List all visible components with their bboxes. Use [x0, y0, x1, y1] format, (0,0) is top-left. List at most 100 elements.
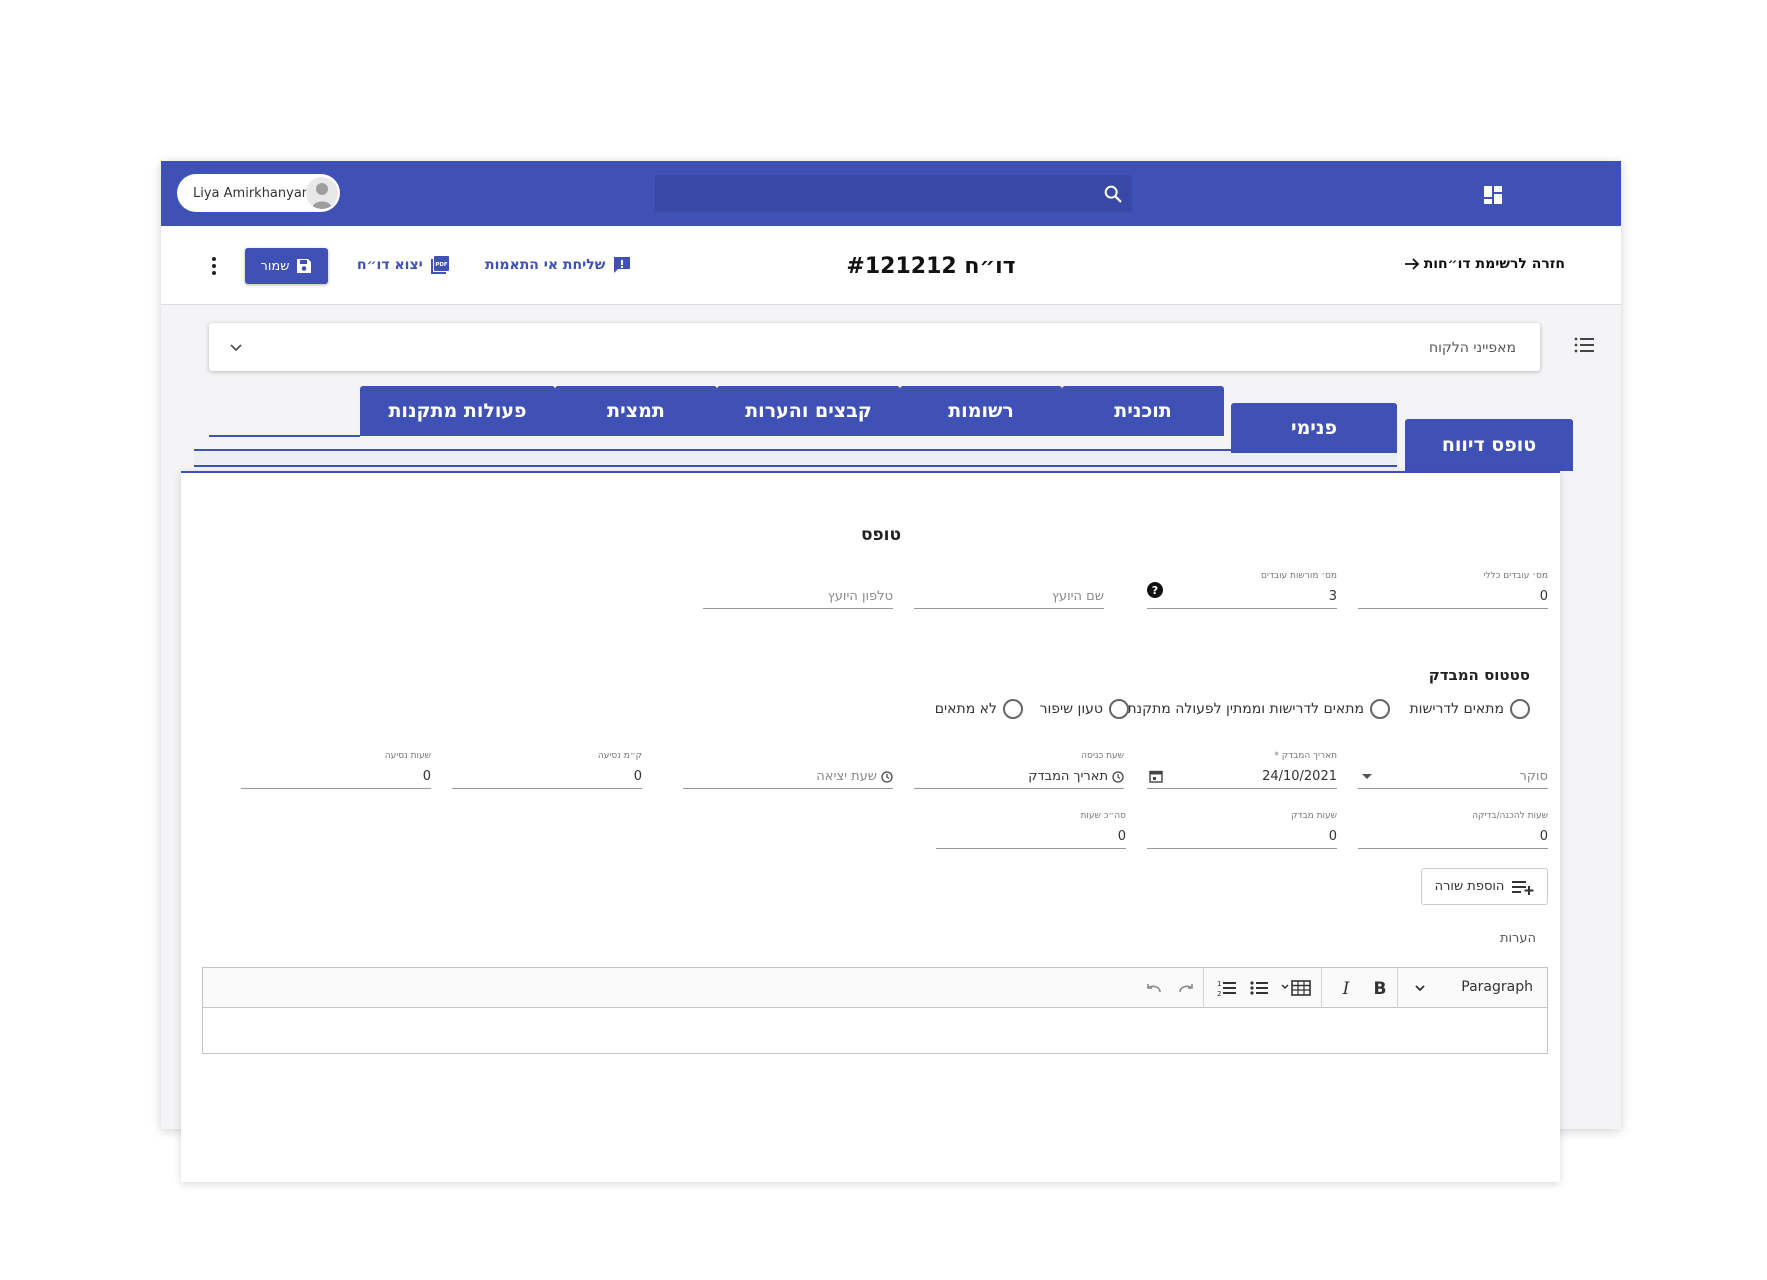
dashboard-icon[interactable]: [1483, 185, 1503, 205]
chevron-down-icon[interactable]: [229, 343, 243, 353]
save-icon: [297, 259, 312, 273]
bold-icon[interactable]: B: [1371, 978, 1389, 998]
radio-circle[interactable]: [1510, 699, 1530, 719]
tab-internal[interactable]: פנימי: [1231, 403, 1397, 453]
clock-icon: [881, 771, 893, 783]
status-option-meets[interactable]: מתאים לדרישות: [1409, 699, 1530, 719]
feedback-icon: [614, 257, 631, 273]
svg-text:B: B: [1374, 979, 1387, 998]
field-label: מס׳ מורשות עובדים: [1261, 571, 1337, 581]
total-employees-field[interactable]: מס׳ עובדים כללי 0: [1358, 571, 1548, 609]
tab-report-form[interactable]: טופס דיווח: [1405, 419, 1573, 471]
status-option-needs-improvement[interactable]: טעון שיפור: [1040, 699, 1129, 719]
radio-label: מתאים לדרישות: [1409, 701, 1504, 717]
field-placeholder: סוקר: [1519, 769, 1548, 784]
consultant-phone-field[interactable]: טלפון היועץ: [703, 573, 893, 609]
undo-icon[interactable]: [1145, 978, 1163, 998]
save-label: שמור: [260, 258, 290, 274]
surveyor-select[interactable]: סוקר: [1358, 753, 1548, 789]
field-label: שעות מבדק: [1291, 811, 1337, 821]
redo-icon[interactable]: [1177, 978, 1195, 998]
field-value: 3: [1328, 589, 1337, 604]
prep-hours-field[interactable]: שעות להכנה/בדיקה 0: [1358, 811, 1548, 849]
field-placeholder: טלפון היועץ: [827, 589, 893, 604]
exit-time-field[interactable]: שעת יציאה: [683, 753, 893, 789]
svg-text:1: 1: [1217, 980, 1221, 988]
help-icon[interactable]: ?: [1147, 582, 1163, 598]
total-hours-field[interactable]: סה״כ שעות 0: [936, 811, 1126, 849]
playlist-add-icon: [1512, 880, 1534, 895]
send-mismatch-button[interactable]: שליחת אי התאמות: [485, 255, 632, 275]
field-label: שעת כניסה: [1081, 751, 1124, 761]
consultant-name-field[interactable]: שם היועץ: [914, 573, 1104, 609]
svg-text:?: ?: [1152, 584, 1158, 597]
tab-files-notes[interactable]: קבצים והערות: [717, 386, 900, 436]
customer-properties-accordion[interactable]: מאפייני הלקוח: [209, 323, 1540, 371]
radio-label: מתאים לדרישות וממתין לפעולה מתקנת: [1127, 701, 1364, 717]
list-icon[interactable]: [1574, 336, 1594, 354]
user-name: Liya Amirkhanyan: [193, 185, 311, 201]
more-options-icon[interactable]: [211, 256, 217, 276]
field-label: מס׳ עובדים כללי: [1483, 571, 1548, 581]
field-value: תאריך המבדק: [1028, 769, 1108, 784]
bulleted-list-icon[interactable]: [1249, 978, 1269, 998]
travel-km-field[interactable]: ק״מ נסיעה 0: [452, 751, 642, 789]
form-title: טופס: [860, 525, 902, 545]
radio-circle[interactable]: [1003, 699, 1023, 719]
arrow-right-icon: [1404, 258, 1419, 270]
tab-summary[interactable]: תמצית: [555, 386, 717, 436]
svg-text:PDF: PDF: [435, 262, 448, 268]
calendar-icon[interactable]: [1149, 769, 1163, 783]
form-card: טופס מס׳ עובדים כללי 0 מס׳ מורשות עובדים…: [181, 471, 1560, 1182]
status-title: סטטוס המבדק: [1428, 666, 1530, 684]
tab-plan[interactable]: תוכנית: [1062, 386, 1224, 436]
export-report-button[interactable]: PDF יצוא דו״ח: [357, 255, 450, 275]
back-to-reports-link[interactable]: חזרה לרשימת דו״חות: [1404, 256, 1565, 272]
radio-label: לא מתאים: [934, 701, 997, 717]
add-row-button[interactable]: הוספת שורה: [1421, 868, 1548, 905]
pdf-icon: PDF: [430, 256, 449, 274]
field-placeholder: שעת יציאה: [816, 769, 877, 784]
employee-permits-field[interactable]: מס׳ מורשות עובדים 3 ?: [1147, 571, 1337, 609]
audit-date-field[interactable]: תאריך המבדק * 24/10/2021: [1147, 751, 1337, 789]
entry-time-field[interactable]: שעת כניסה תאריך המבדק: [914, 751, 1124, 789]
paragraph-dropdown[interactable]: Paragraph: [1461, 979, 1533, 995]
field-value: 24/10/2021: [1262, 769, 1337, 784]
tab-corrective-actions[interactable]: פעולות מתקנות: [360, 386, 555, 436]
radio-circle[interactable]: [1370, 699, 1390, 719]
field-label: סה״כ שעות: [1080, 811, 1126, 821]
field-value: 0: [1117, 829, 1126, 844]
save-button[interactable]: שמור: [245, 248, 328, 284]
status-option-not-meets[interactable]: לא מתאים: [935, 699, 1023, 719]
field-label: ק״מ נסיעה: [597, 751, 642, 761]
chevron-down-icon[interactable]: [1413, 978, 1427, 998]
travel-hours-field[interactable]: שעות נסיעה 0: [241, 751, 431, 789]
export-report-label: יצוא דו״ח: [357, 257, 423, 273]
field-value: 0: [633, 769, 642, 784]
user-menu[interactable]: Liya Amirkhanyan: [177, 174, 340, 212]
radio-circle[interactable]: [1109, 699, 1129, 719]
audit-hours-field[interactable]: שעות מבדק 0: [1147, 811, 1337, 849]
tab-band: [194, 449, 1241, 467]
field-placeholder: שם היועץ: [1051, 589, 1104, 604]
table-icon[interactable]: [1281, 978, 1313, 998]
notes-editor[interactable]: Paragraph B I 1 2: [202, 967, 1548, 1054]
field-label: שעות להכנה/בדיקה: [1472, 811, 1548, 821]
search-input[interactable]: [655, 175, 1132, 212]
toolbar-divider: [1321, 968, 1322, 1008]
page-title: דו״ח #121212: [846, 254, 1016, 279]
field-value: 0: [422, 769, 431, 784]
status-option-pending[interactable]: מתאים לדרישות וממתין לפעולה מתקנת: [1127, 699, 1390, 719]
field-label: שעות נסיעה: [384, 751, 431, 761]
svg-text:I: I: [1342, 979, 1350, 998]
dropdown-arrow-icon[interactable]: [1360, 769, 1374, 783]
search-icon[interactable]: [1102, 183, 1124, 205]
send-mismatch-label: שליחת אי התאמות: [485, 257, 606, 273]
italic-icon[interactable]: I: [1337, 978, 1355, 998]
numbered-list-icon[interactable]: 1 2: [1215, 978, 1237, 998]
add-row-label: הוספת שורה: [1434, 879, 1505, 894]
avatar: [306, 177, 338, 209]
toolbar-divider: [1203, 968, 1204, 1008]
svg-text:2: 2: [1217, 990, 1221, 998]
tab-records[interactable]: רשומות: [900, 386, 1062, 436]
